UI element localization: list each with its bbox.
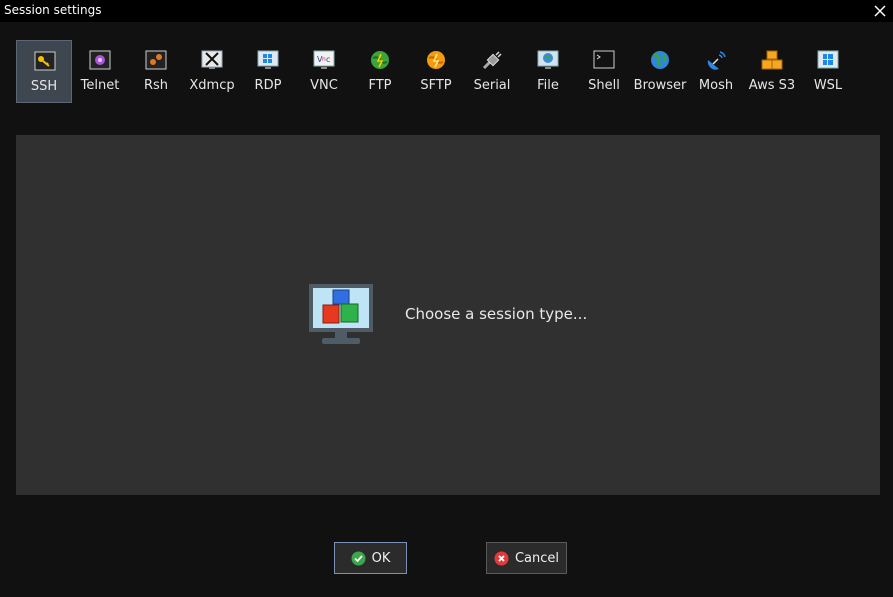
key-icon <box>34 51 56 71</box>
sftp-globe-icon <box>427 51 445 69</box>
cancel-label: Cancel <box>514 550 560 566</box>
rsh-icon <box>145 50 167 70</box>
tab-aws-s3[interactable]: Aws S3 <box>744 40 800 103</box>
tab-ssh[interactable]: SSH <box>16 40 72 103</box>
cancel-circle-icon <box>494 551 509 565</box>
terminal-icon <box>593 50 615 69</box>
window-title: Session settings <box>4 3 102 17</box>
tab-label: WSL <box>813 78 843 93</box>
globe-icon <box>651 51 669 69</box>
telnet-icon <box>89 50 111 70</box>
choose-session-prompt: Choose a session type... <box>405 305 588 323</box>
close-icon[interactable] <box>871 2 889 20</box>
tab-xdmcp[interactable]: Xdmcp <box>184 40 240 103</box>
tab-vnc[interactable]: V n c VNC <box>296 40 352 103</box>
svg-text:c: c <box>326 55 330 64</box>
tab-browser[interactable]: Browser <box>632 40 688 103</box>
cancel-button[interactable]: Cancel <box>486 542 567 574</box>
tab-shell[interactable]: Shell <box>576 40 632 103</box>
monitor-cubes-icon <box>309 284 373 344</box>
rdp-icon <box>257 50 279 69</box>
file-monitor-icon <box>537 50 559 69</box>
xdmcp-icon <box>201 50 223 69</box>
ok-button[interactable]: OK <box>334 542 407 574</box>
session-type-toolbar: SSH Telnet Rsh Xdmcp RDP V n c VNC FTP S… <box>16 40 876 104</box>
tab-rdp[interactable]: RDP <box>240 40 296 103</box>
tab-serial[interactable]: Serial <box>464 40 520 103</box>
title-bar: Session settings <box>0 0 893 22</box>
ok-label: OK <box>371 550 391 566</box>
aws-s3-cubes-icon <box>761 50 783 70</box>
vnc-icon: V n c <box>313 50 335 69</box>
ftp-globe-icon <box>371 51 389 69</box>
tab-telnet[interactable]: Telnet <box>72 40 128 103</box>
tab-wsl[interactable]: WSL <box>800 40 856 103</box>
tab-ftp[interactable]: FTP <box>352 40 408 103</box>
tab-mosh[interactable]: Mosh <box>688 40 744 103</box>
tab-sftp[interactable]: SFTP <box>408 40 464 103</box>
tab-file[interactable]: File <box>520 40 576 103</box>
tab-rsh[interactable]: Rsh <box>128 40 184 103</box>
windows-logo-icon <box>817 50 839 69</box>
serial-plug-icon <box>482 51 502 70</box>
satellite-dish-icon <box>707 51 726 70</box>
check-circle-icon <box>351 551 366 565</box>
session-config-panel: Choose a session type... <box>16 135 880 495</box>
